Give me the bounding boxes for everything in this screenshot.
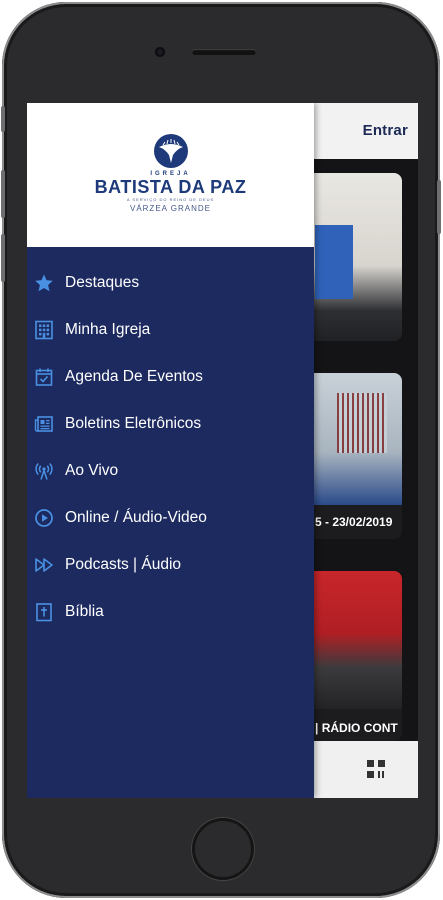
menu-item-boletins[interactable]: Boletins Eletrônicos — [27, 400, 314, 447]
menu-item-agenda[interactable]: Agenda De Eventos — [27, 353, 314, 400]
mute-switch — [1, 106, 5, 132]
card-caption: 5 - 23/02/2019 — [315, 515, 393, 529]
qr-code-icon[interactable] — [367, 760, 385, 778]
volume-up-button — [1, 170, 5, 218]
volume-down-button — [1, 234, 5, 282]
front-camera — [155, 47, 165, 57]
card-caption: | RÁDIO CONT — [315, 721, 398, 735]
menu-item-label: Online / Áudio-Video — [65, 508, 207, 526]
menu-item-online-video[interactable]: Online / Áudio-Video — [27, 494, 314, 541]
star-icon — [34, 273, 54, 293]
bible-icon — [34, 602, 54, 622]
menu-item-label: Bíblia — [65, 602, 104, 620]
phone-screen: Entrar 5 - 23/02/2019 | RÁDIO CONT IGREJ… — [27, 103, 418, 798]
menu-item-minha-igreja[interactable]: Minha Igreja — [27, 306, 314, 353]
dove-icon — [153, 134, 188, 168]
earpiece-speaker — [192, 49, 256, 55]
phone-frame: Entrar 5 - 23/02/2019 | RÁDIO CONT IGREJ… — [1, 2, 441, 898]
broadcast-icon — [34, 461, 54, 481]
menu-item-label: Ao Vivo — [65, 461, 119, 479]
fast-forward-icon — [34, 555, 54, 575]
menu-item-label: Destaques — [65, 273, 140, 291]
home-button[interactable] — [192, 818, 254, 880]
login-link[interactable]: Entrar — [363, 122, 408, 139]
menu-item-ao-vivo[interactable]: Ao Vivo — [27, 447, 314, 494]
play-circle-icon — [34, 508, 54, 528]
newspaper-icon — [34, 414, 54, 434]
church-logo: IGREJA BATISTA DA PAZ A SERVIÇO DO REINO… — [27, 133, 314, 213]
calendar-check-icon — [34, 367, 54, 387]
menu-item-label: Podcasts | Áudio — [65, 555, 182, 573]
menu-item-biblia[interactable]: Bíblia — [27, 588, 314, 635]
card-image-graphic — [315, 225, 353, 299]
drawer-header: IGREJA BATISTA DA PAZ A SERVIÇO DO REINO… — [27, 103, 314, 247]
menu-item-label: Agenda De Eventos — [65, 367, 203, 385]
card-image-graphic — [337, 393, 387, 453]
menu-item-destaques[interactable]: Destaques — [27, 259, 314, 306]
menu-item-label: Boletins Eletrônicos — [65, 414, 202, 432]
logo-city-text: VÁRZEA GRANDE — [129, 204, 211, 213]
menu-item-podcasts[interactable]: Podcasts | Áudio — [27, 541, 314, 588]
logo-name-text: BATISTA DA PAZ — [94, 177, 247, 197]
navigation-drawer: IGREJA BATISTA DA PAZ A SERVIÇO DO REINO… — [27, 103, 314, 798]
logo-tagline-text: A SERVIÇO DO REINO DE DEUS — [126, 197, 215, 202]
building-icon — [34, 320, 54, 340]
menu-item-label: Minha Igreja — [65, 320, 151, 338]
power-button — [437, 180, 441, 234]
